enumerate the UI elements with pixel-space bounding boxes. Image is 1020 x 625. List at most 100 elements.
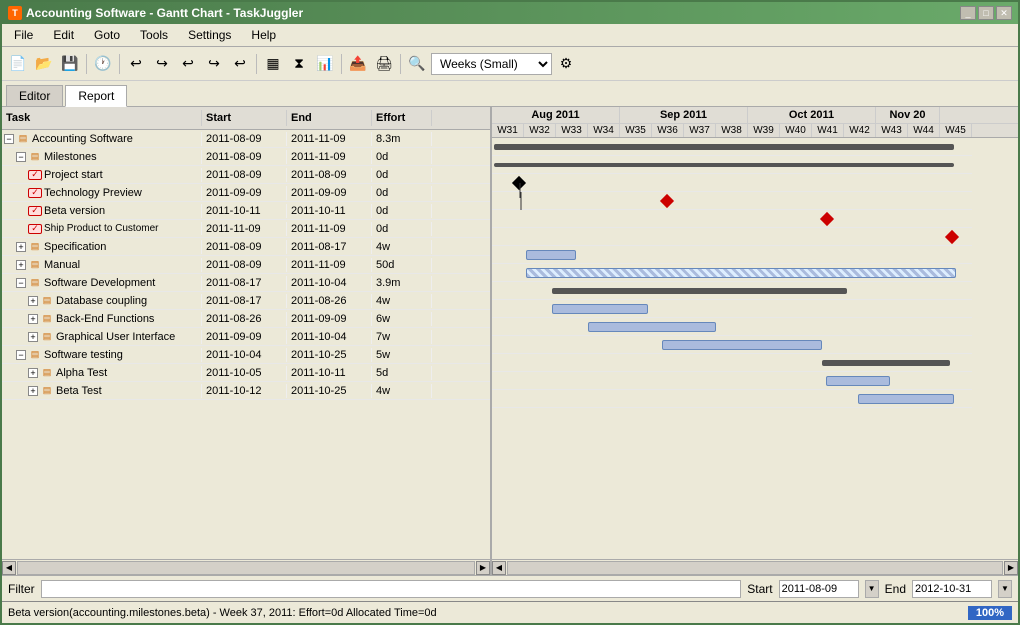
- start-cell: 2011-10-11: [202, 204, 287, 218]
- sep1: [86, 54, 87, 74]
- start-cell: 2011-08-09: [202, 132, 287, 146]
- table-row[interactable]: ✓ Ship Product to Customer 2011-11-09 20…: [2, 220, 490, 238]
- close-button[interactable]: ✕: [996, 6, 1012, 20]
- menu-file[interactable]: File: [6, 26, 41, 44]
- minimize-button[interactable]: _: [960, 6, 976, 20]
- filter-button[interactable]: ⧗: [287, 52, 311, 76]
- col-end: End: [287, 110, 372, 126]
- redo-button[interactable]: ↪: [150, 52, 174, 76]
- tb-btn3[interactable]: ↩: [176, 52, 200, 76]
- settings-small-button[interactable]: ⚙: [554, 52, 578, 76]
- start-cell: 2011-10-12: [202, 384, 287, 398]
- tab-editor[interactable]: Editor: [6, 85, 63, 106]
- right-scroll-track[interactable]: [507, 561, 1003, 575]
- end-cell: 2011-10-04: [287, 276, 372, 290]
- undo-button[interactable]: ↩: [124, 52, 148, 76]
- table-row[interactable]: + ▤ Beta Test 2011-10-12 2011-10-25 4w: [2, 382, 490, 400]
- expand-icon[interactable]: +: [28, 332, 38, 342]
- table-row[interactable]: + ▤ Back-End Functions 2011-08-26 2011-0…: [2, 310, 490, 328]
- bar-manual: [526, 268, 956, 278]
- end-cell: 2011-10-25: [287, 348, 372, 362]
- task-name: Technology Preview: [44, 187, 142, 199]
- table-row[interactable]: ✓ Beta version 2011-10-11 2011-10-11 0d: [2, 202, 490, 220]
- month-oct: Oct 2011: [748, 107, 876, 123]
- collapse-icon[interactable]: −: [16, 152, 26, 162]
- right-scroll-left-button[interactable]: ◀: [492, 561, 506, 575]
- report-button[interactable]: 📊: [313, 52, 337, 76]
- start-date-dropdown[interactable]: ▼: [865, 580, 879, 598]
- clock-button[interactable]: 🕐: [91, 52, 115, 76]
- filter-bar: Filter Start ▼ End ▼: [2, 575, 1018, 601]
- end-cell: 2011-10-04: [287, 330, 372, 344]
- maximize-button[interactable]: □: [978, 6, 994, 20]
- gantt-weeks: W31 W32 W33 W34 W35 W36 W37 W38 W39 W40 …: [492, 124, 1018, 137]
- effort-cell: 4w: [372, 240, 432, 254]
- effort-cell: 0d: [372, 186, 432, 200]
- table-row[interactable]: + ▤ Database coupling 2011-08-17 2011-08…: [2, 292, 490, 310]
- start-cell: 2011-11-09: [202, 222, 287, 236]
- menu-goto[interactable]: Goto: [86, 26, 128, 44]
- gantt-body[interactable]: [492, 138, 1018, 559]
- task-cell: − ▤ Milestones: [2, 150, 202, 164]
- end-date-input[interactable]: [912, 580, 992, 598]
- export-button[interactable]: 📤: [346, 52, 370, 76]
- status-bar: Beta version(accounting.milestones.beta)…: [2, 601, 1018, 623]
- left-scroll-track[interactable]: [17, 561, 475, 575]
- tab-report[interactable]: Report: [65, 85, 127, 107]
- table-row[interactable]: ✓ Project start 2011-08-09 2011-08-09 0d: [2, 166, 490, 184]
- collapse-icon[interactable]: −: [4, 134, 14, 144]
- save-button[interactable]: 💾: [58, 52, 82, 76]
- expand-icon[interactable]: +: [16, 260, 26, 270]
- collapse-icon[interactable]: −: [16, 350, 26, 360]
- scroll-right-button[interactable]: ▶: [476, 561, 490, 575]
- expand-icon[interactable]: +: [28, 386, 38, 396]
- right-scroll-right-button[interactable]: ▶: [1004, 561, 1018, 575]
- table-row[interactable]: ✓ Technology Preview 2011-09-09 2011-09-…: [2, 184, 490, 202]
- task-cell: + ▤ Specification: [2, 240, 202, 254]
- group-icon: ▤: [40, 314, 54, 324]
- tb-btn4[interactable]: ↪: [202, 52, 226, 76]
- table-row[interactable]: + ▤ Specification 2011-08-09 2011-08-17 …: [2, 238, 490, 256]
- expand-icon[interactable]: +: [28, 314, 38, 324]
- table-row[interactable]: + ▤ Graphical User Interface 2011-09-09 …: [2, 328, 490, 346]
- print-button[interactable]: 🖨: [372, 52, 396, 76]
- menu-tools[interactable]: Tools: [132, 26, 176, 44]
- open-button[interactable]: 📂: [32, 52, 56, 76]
- filter-input[interactable]: [41, 580, 742, 598]
- search-button[interactable]: 🔍: [405, 52, 429, 76]
- table-row[interactable]: + ▤ Alpha Test 2011-10-05 2011-10-11 5d: [2, 364, 490, 382]
- task-name: Manual: [44, 259, 80, 271]
- sep2: [119, 54, 120, 74]
- grid-button[interactable]: ▦: [261, 52, 285, 76]
- collapse-icon[interactable]: −: [16, 278, 26, 288]
- table-row[interactable]: − ▤ Accounting Software 2011-08-09 2011-…: [2, 130, 490, 148]
- table-row[interactable]: − ▤ Milestones 2011-08-09 2011-11-09 0d: [2, 148, 490, 166]
- menu-help[interactable]: Help: [243, 26, 284, 44]
- table-row[interactable]: − ▤ Software testing 2011-10-04 2011-10-…: [2, 346, 490, 364]
- effort-cell: 0d: [372, 168, 432, 182]
- start-cell: 2011-10-04: [202, 348, 287, 362]
- tb-btn5[interactable]: ↩: [228, 52, 252, 76]
- expand-icon[interactable]: +: [28, 368, 38, 378]
- expand-icon[interactable]: +: [28, 296, 38, 306]
- status-text: Beta version(accounting.milestones.beta)…: [8, 607, 437, 619]
- gantt-row-1: [492, 156, 972, 174]
- start-date-input[interactable]: [779, 580, 859, 598]
- end-cell: 2011-09-09: [287, 186, 372, 200]
- end-date-dropdown[interactable]: ▼: [998, 580, 1012, 598]
- end-cell: 2011-08-26: [287, 294, 372, 308]
- bar-softdev: [552, 288, 847, 294]
- view-dropdown[interactable]: Weeks (Small) Days (Tiny) Days (Small) W…: [431, 53, 552, 75]
- menu-edit[interactable]: Edit: [45, 26, 82, 44]
- expand-icon[interactable]: +: [16, 242, 26, 252]
- table-row[interactable]: − ▤ Software Development 2011-08-17 2011…: [2, 274, 490, 292]
- bar-alphatest: [826, 376, 890, 386]
- menu-settings[interactable]: Settings: [180, 26, 239, 44]
- new-button[interactable]: 📄: [6, 52, 30, 76]
- gantt-row-5: [492, 228, 972, 246]
- start-cell: 2011-08-17: [202, 276, 287, 290]
- table-row[interactable]: + ▤ Manual 2011-08-09 2011-11-09 50d: [2, 256, 490, 274]
- sep5: [400, 54, 401, 74]
- scroll-left-button[interactable]: ◀: [2, 561, 16, 575]
- menu-bar: File Edit Goto Tools Settings Help: [2, 24, 1018, 47]
